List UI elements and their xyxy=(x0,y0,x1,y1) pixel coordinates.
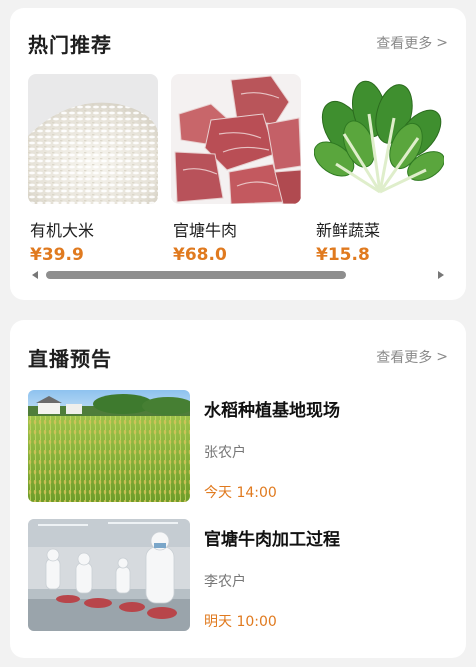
product-card-beef[interactable]: 官塘牛肉 ¥68.0 xyxy=(171,74,301,274)
scroll-left-arrow-icon[interactable] xyxy=(32,271,38,279)
product-price: ¥15.8 xyxy=(316,245,370,265)
beef-image xyxy=(171,74,301,204)
product-name: 新鲜蔬菜 xyxy=(316,221,381,240)
live-item-beef-processing[interactable]: 官塘牛肉加工过程 李农户 明天 10:00 xyxy=(28,519,448,631)
product-price: ¥39.9 xyxy=(30,245,84,265)
live-view-more-link[interactable]: 查看更多 > xyxy=(376,347,448,367)
live-section-title: 直播预告 xyxy=(28,346,112,371)
live-time: 明天 10:00 xyxy=(204,614,277,630)
product-price: ¥68.0 xyxy=(173,245,227,265)
live-preview-card: 直播预告 查看更多 > 水稻种植基地现场 张农户 今天 14:00 官塘牛肉加工… xyxy=(10,320,466,658)
chevron-right-icon: > xyxy=(436,349,448,365)
product-name: 官塘牛肉 xyxy=(173,221,238,240)
hot-view-more-link[interactable]: 查看更多 > xyxy=(376,33,448,53)
scroll-thumb[interactable] xyxy=(46,271,346,279)
meat-processing-image xyxy=(28,519,190,631)
scroll-track[interactable] xyxy=(46,270,430,280)
horizontal-scrollbar[interactable] xyxy=(32,270,444,280)
live-host: 李农户 xyxy=(204,574,246,590)
product-card-vegetables[interactable]: 新鲜蔬菜 ¥15.8 xyxy=(314,74,444,274)
live-title: 水稻种植基地现场 xyxy=(204,401,340,421)
hot-view-more-label: 查看更多 xyxy=(376,36,433,52)
rice-field-image xyxy=(28,390,190,502)
chevron-right-icon: > xyxy=(436,35,448,51)
live-title: 官塘牛肉加工过程 xyxy=(204,530,340,550)
product-card-rice[interactable]: 有机大米 ¥39.9 xyxy=(28,74,158,274)
vegetables-image xyxy=(314,74,444,204)
hot-section-title: 热门推荐 xyxy=(28,32,112,57)
live-item-rice-field[interactable]: 水稻种植基地现场 张农户 今天 14:00 xyxy=(28,390,448,502)
scroll-right-arrow-icon[interactable] xyxy=(438,271,444,279)
live-host: 张农户 xyxy=(204,445,246,461)
live-view-more-label: 查看更多 xyxy=(376,350,433,366)
hot-header: 热门推荐 查看更多 > xyxy=(28,26,448,60)
rice-image xyxy=(28,74,158,204)
product-name: 有机大米 xyxy=(30,221,95,240)
live-time: 今天 14:00 xyxy=(204,485,277,501)
hot-recommend-card: 热门推荐 查看更多 > 有机大米 ¥39.9 官塘牛肉 ¥68.0 新鲜蔬菜 ¥… xyxy=(10,8,466,300)
live-header: 直播预告 查看更多 > xyxy=(28,340,448,374)
